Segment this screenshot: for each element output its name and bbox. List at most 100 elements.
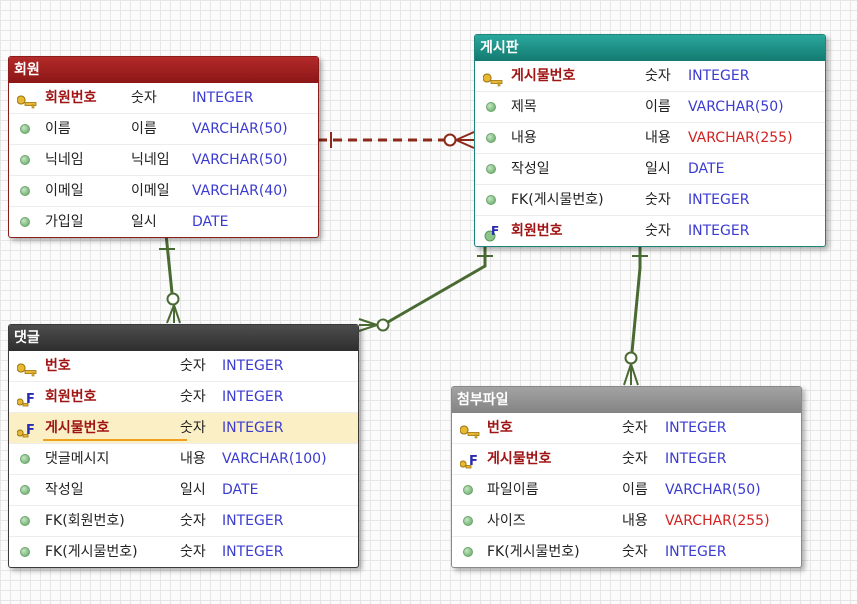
primary-foreign-key-icon: F	[459, 444, 482, 474]
attribute-name: 게시물번호	[487, 451, 552, 467]
attribute-name: FK(게시물번호)	[45, 544, 138, 560]
key-icon	[16, 83, 39, 113]
attribute-domain: 숫자	[180, 420, 206, 436]
attribute-name: 제목	[511, 99, 537, 115]
attribute-name: 닉네임	[45, 152, 84, 168]
primary-foreign-key-icon: F	[16, 413, 39, 443]
attribute-row[interactable]: FK(게시물번호) 숫자 INTEGER	[452, 537, 801, 567]
attribute-row[interactable]: FK(게시물번호) 숫자 INTEGER	[9, 537, 358, 567]
attribute-dot-icon	[460, 506, 482, 536]
attribute-row[interactable]: 파일이름 이름 VARCHAR(50)	[452, 475, 801, 506]
attribute-row[interactable]: F 회원번호 숫자 INTEGER	[475, 216, 825, 246]
attribute-datatype: VARCHAR(40)	[192, 183, 288, 199]
attribute-name: 번호	[487, 420, 513, 436]
attribute-datatype: VARCHAR(50)	[192, 152, 288, 168]
attribute-datatype: DATE	[192, 214, 229, 230]
attribute-domain: 숫자	[645, 223, 671, 239]
svg-text:F: F	[469, 454, 478, 469]
attribute-domain: 숫자	[180, 358, 206, 374]
attribute-name: FK(게시물번호)	[511, 192, 604, 208]
svg-text:F: F	[491, 224, 499, 238]
entity-comment[interactable]: 댓글 번호 숫자 INTEGER F 회원번호 숫자 INTEGER F 게시물번호 숫자 INTE…	[8, 324, 359, 568]
attribute-datatype: DATE	[222, 482, 259, 498]
attribute-dot-icon	[17, 444, 39, 474]
entity-title: 첨부파일	[452, 387, 801, 413]
attribute-name: 가입일	[45, 214, 84, 230]
attribute-dot-icon	[483, 92, 505, 122]
entity-attachment[interactable]: 첨부파일 번호 숫자 INTEGER F 게시물번호 숫자 INTEGER 파일이름 이름 VAR…	[451, 386, 802, 568]
entity-board[interactable]: 게시판 게시물번호 숫자 INTEGER 제목 이름 VARCHAR(50) 내용 내용 VAR…	[474, 34, 826, 247]
entity-title: 댓글	[9, 325, 358, 351]
attribute-row[interactable]: FK(회원번호) 숫자 INTEGER	[9, 506, 358, 537]
attribute-domain: 숫자	[622, 420, 648, 436]
attribute-domain: 이름	[645, 99, 671, 115]
attribute-row[interactable]: 가입일 일시 DATE	[9, 207, 318, 237]
attribute-dot-icon	[483, 154, 505, 184]
attribute-dot-icon	[460, 537, 482, 567]
attribute-domain: 내용	[645, 130, 671, 146]
attribute-row[interactable]: 번호 숫자 INTEGER	[9, 351, 358, 382]
attribute-name: 이메일	[45, 183, 84, 199]
key-icon	[16, 351, 39, 381]
relationship-board-comment[interactable]	[358, 241, 493, 332]
relationship-member-comment[interactable]	[159, 233, 181, 324]
attribute-row[interactable]: F 게시물번호 숫자 INTEGER	[9, 413, 358, 444]
attribute-name: 게시물번호	[45, 420, 110, 436]
attribute-domain: 닉네임	[131, 152, 170, 168]
relationship-board-attachment[interactable]	[623, 241, 648, 386]
attribute-domain: 이름	[622, 482, 648, 498]
attribute-row[interactable]: 작성일 일시 DATE	[475, 154, 825, 185]
attribute-row[interactable]: 회원번호 숫자 INTEGER	[9, 83, 318, 114]
attribute-name: 회원번호	[45, 389, 97, 405]
attribute-domain: 일시	[645, 161, 671, 177]
attribute-name: 이름	[45, 121, 71, 137]
attribute-datatype: INTEGER	[222, 544, 284, 560]
attribute-datatype: VARCHAR(255)	[688, 130, 793, 146]
relationship-member-board[interactable]	[318, 131, 475, 149]
attribute-domain: 숫자	[622, 451, 648, 467]
attribute-row[interactable]: F 게시물번호 숫자 INTEGER	[452, 444, 801, 475]
attribute-dot-icon	[17, 537, 39, 567]
attribute-row[interactable]: 이름 이름 VARCHAR(50)	[9, 114, 318, 145]
primary-foreign-key-icon: F	[16, 382, 39, 412]
attribute-row[interactable]: F 회원번호 숫자 INTEGER	[9, 382, 358, 413]
attribute-domain: 내용	[622, 513, 648, 529]
attribute-datatype: INTEGER	[222, 389, 284, 405]
attribute-datatype: VARCHAR(50)	[192, 121, 288, 137]
attribute-row[interactable]: 닉네임 닉네임 VARCHAR(50)	[9, 145, 318, 176]
attribute-datatype: VARCHAR(50)	[688, 99, 784, 115]
attribute-row[interactable]: 이메일 이메일 VARCHAR(40)	[9, 176, 318, 207]
attribute-row[interactable]: 번호 숫자 INTEGER	[452, 413, 801, 444]
attribute-domain: 숫자	[622, 544, 648, 560]
entity-member[interactable]: 회원 회원번호 숫자 INTEGER 이름 이름 VARCHAR(50) 닉네임 닉네임 VAR…	[8, 56, 319, 238]
entity-title: 회원	[9, 57, 318, 83]
attribute-name: FK(게시물번호)	[487, 544, 580, 560]
key-icon	[482, 61, 505, 91]
attribute-domain: 숫자	[645, 192, 671, 208]
attribute-row[interactable]: 게시물번호 숫자 INTEGER	[475, 61, 825, 92]
attribute-dot-icon	[17, 506, 39, 536]
attribute-row[interactable]: 댓글메시지 내용 VARCHAR(100)	[9, 444, 358, 475]
attribute-datatype: INTEGER	[665, 544, 727, 560]
svg-text:F: F	[26, 423, 35, 438]
attribute-datatype: VARCHAR(100)	[222, 451, 327, 467]
attribute-dot-icon	[17, 114, 39, 144]
attribute-name: 회원번호	[511, 223, 563, 239]
attribute-domain: 일시	[180, 482, 206, 498]
svg-text:F: F	[26, 392, 35, 407]
attribute-datatype: INTEGER	[222, 420, 284, 436]
attribute-datatype: VARCHAR(255)	[665, 513, 770, 529]
attribute-domain: 이름	[131, 121, 157, 137]
attribute-dot-icon	[17, 207, 39, 237]
attribute-row[interactable]: FK(게시물번호) 숫자 INTEGER	[475, 185, 825, 216]
entity-title: 게시판	[475, 35, 825, 61]
attribute-dot-icon	[17, 145, 39, 175]
attribute-row[interactable]: 작성일 일시 DATE	[9, 475, 358, 506]
attribute-name: 댓글메시지	[45, 451, 110, 467]
attribute-row[interactable]: 내용 내용 VARCHAR(255)	[475, 123, 825, 154]
attribute-row[interactable]: 제목 이름 VARCHAR(50)	[475, 92, 825, 123]
attribute-row[interactable]: 사이즈 내용 VARCHAR(255)	[452, 506, 801, 537]
attribute-datatype: DATE	[688, 161, 725, 177]
attribute-datatype: INTEGER	[222, 513, 284, 529]
attribute-dot-icon	[17, 475, 39, 505]
